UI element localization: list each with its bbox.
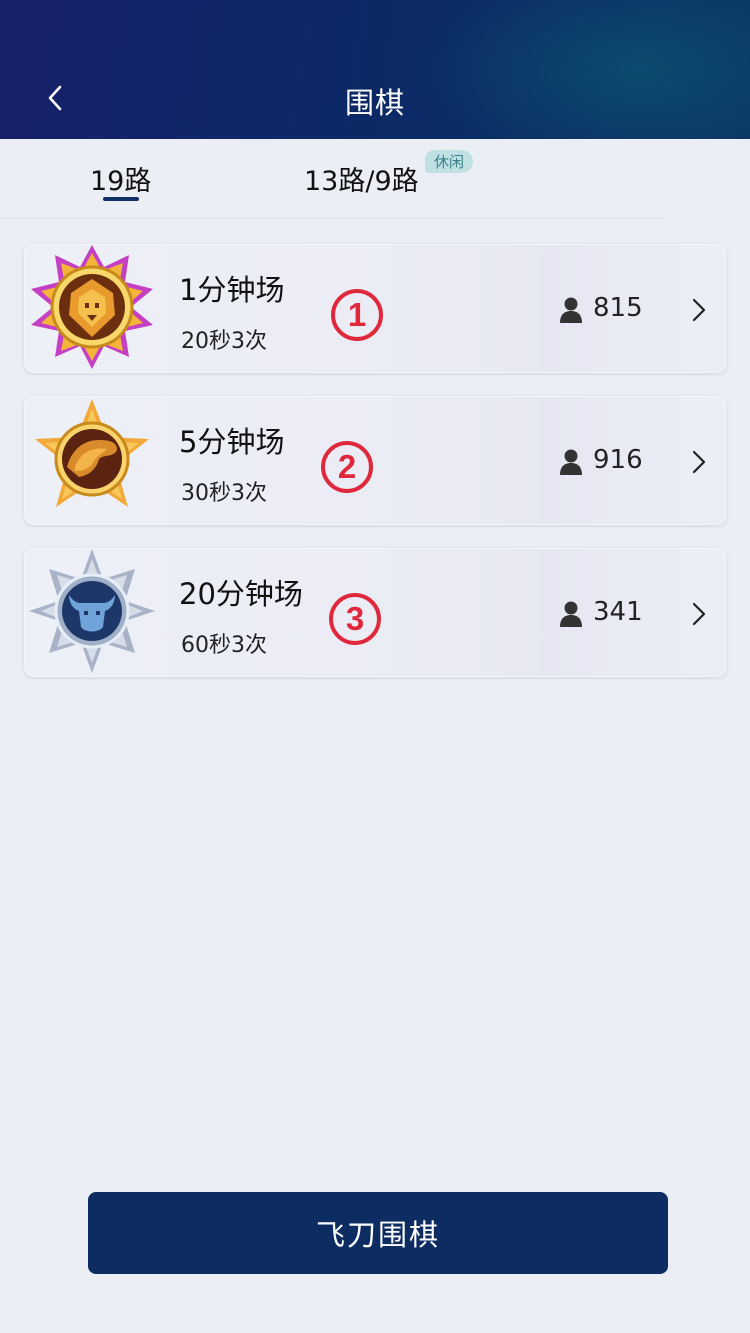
chevron-right-icon [692, 602, 706, 626]
player-count: 341 [593, 597, 643, 627]
room-title: 5分钟场 [179, 425, 285, 459]
room-card-20min[interactable]: 20分钟场 60秒3次 3 341 [24, 548, 726, 677]
bull-medal-icon [29, 549, 155, 673]
chevron-right-icon [692, 298, 706, 322]
room-card-5min[interactable]: 5分钟场 30秒3次 2 916 [24, 396, 726, 525]
top-bar: 围棋 [0, 0, 750, 139]
tab-19[interactable]: 19路 [90, 159, 151, 198]
marker-badge: 2 [321, 441, 373, 493]
room-title: 1分钟场 [179, 273, 285, 307]
board-size-tabs: 19路 13路/9路 休闲 [0, 139, 665, 219]
casual-badge: 休闲 [425, 150, 474, 173]
chevron-right-icon [692, 450, 706, 474]
player-count: 916 [593, 445, 643, 475]
page-title: 围棋 [344, 86, 405, 120]
lion-medal-icon [31, 245, 153, 369]
user-icon [560, 449, 582, 475]
player-count: 815 [593, 293, 643, 323]
user-icon [560, 601, 582, 627]
flying-knife-go-button[interactable]: 飞刀围棋 [88, 1192, 668, 1274]
tab-13-9[interactable]: 13路/9路 [304, 159, 419, 198]
active-tab-indicator [103, 197, 139, 201]
room-title: 20分钟场 [179, 577, 303, 611]
room-rule: 30秒3次 [181, 481, 267, 506]
room-card-1min[interactable]: 1分钟场 20秒3次 1 815 [24, 244, 726, 373]
marker-badge: 1 [331, 289, 383, 341]
marker-badge: 3 [329, 593, 381, 645]
panther-medal-icon [35, 399, 149, 507]
room-rule: 20秒3次 [181, 329, 267, 354]
user-icon [560, 297, 582, 323]
room-rule: 60秒3次 [181, 633, 267, 658]
